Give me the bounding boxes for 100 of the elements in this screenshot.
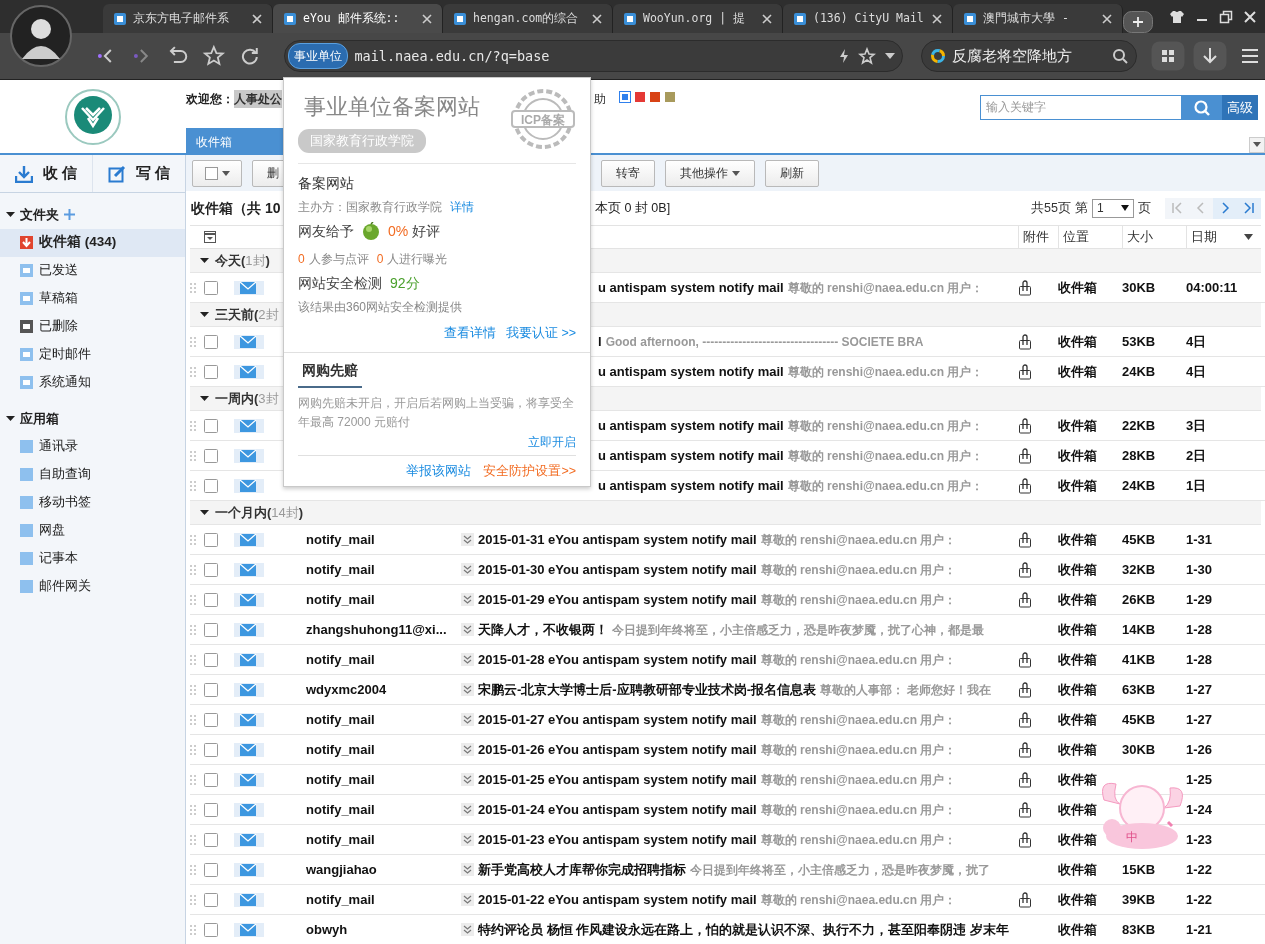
mail-preview: 尊敬的 renshi@naea.edu.cn 用户： xyxy=(760,651,957,669)
mail-preview: 尊敬的 renshi@naea.edu.cn 用户： xyxy=(760,561,957,579)
folder-label: 收件箱 xyxy=(1058,477,1097,493)
mail-date: 1-21 xyxy=(1186,921,1213,937)
folder-label: 收件箱 xyxy=(1058,447,1097,463)
sender-name: notify_mail xyxy=(306,831,375,847)
mail-preview: 尊敬的 renshi@naea.edu.cn 用户： xyxy=(760,591,957,609)
mail-preview: 尊敬的 renshi@naea.edu.cn 用户： xyxy=(787,417,984,435)
review-stat: 0 人进行曝光 xyxy=(376,250,448,268)
folder-label: 收件箱 xyxy=(1058,363,1097,379)
mail-size: 39KB xyxy=(1122,891,1156,907)
mail-date: 04:00:11 xyxy=(1186,279,1238,295)
search-text: 反腐老将空降地方 xyxy=(952,45,1074,66)
sender-name: zhangshuhong11@xi... xyxy=(306,621,447,637)
mail-preview: 尊敬的 renshi@naea.edu.cn 用户： xyxy=(787,279,984,297)
popup-title: 事业单位备案网站 xyxy=(304,93,480,121)
folder-label: 收件箱 xyxy=(1058,417,1097,433)
rating-suffix: 好评 xyxy=(412,222,441,239)
review-stat: 0 人参与点评 xyxy=(298,250,369,268)
folder-label: 收件箱 xyxy=(1058,531,1097,547)
sender-name: notify_mail xyxy=(306,531,375,547)
folder-label: 收件箱 xyxy=(1058,651,1097,667)
mail-preview: 尊敬的 renshi@naea.edu.cn 用户： xyxy=(760,771,957,789)
sender-name: notify_mail xyxy=(306,561,375,577)
sponsor-text: 主办方：国家教育行政学院 xyxy=(298,199,442,214)
folder-summary: 收件箱（共 10 xyxy=(191,199,281,216)
mail-size: 30KB xyxy=(1122,741,1156,757)
url-text: mail.naea.edu.cn/?q=base xyxy=(354,46,551,66)
folder-label: 收件箱 xyxy=(1058,711,1097,727)
mail-preview: 尊敬的 renshi@naea.edu.cn 用户： xyxy=(760,711,957,729)
mail-size: 32KB xyxy=(1122,561,1156,577)
mail-size: 30KB xyxy=(1122,279,1156,295)
mail-size: 41KB xyxy=(1122,651,1156,667)
mail-date: 1-22 xyxy=(1186,891,1213,907)
mail-preview: 尊敬的 renshi@naea.edu.cn 用户： xyxy=(787,447,984,465)
page-unit: 页 xyxy=(1138,199,1151,217)
mail-date: 1-26 xyxy=(1186,741,1213,757)
mail-preview: 尊敬的 renshi@naea.edu.cn 用户： xyxy=(760,531,957,549)
mail-size: 24KB xyxy=(1122,363,1156,379)
sender-name: notify_mail xyxy=(306,711,375,727)
folder-label: 收件箱 xyxy=(1058,621,1097,637)
icp-stamp: ICP备案 xyxy=(510,88,576,150)
page-count: 共55页 xyxy=(1031,199,1071,217)
folder-label: 收件箱 xyxy=(1058,861,1097,877)
mail-size: 15KB xyxy=(1122,861,1156,877)
mail-preview: 尊敬的人事部： 老师您好！我在 xyxy=(820,681,992,699)
guarantee-title: 网购先赔 xyxy=(298,360,362,389)
mail-size: 22KB xyxy=(1122,417,1156,433)
folder-label: 收件箱 xyxy=(1058,681,1097,697)
mail-preview: 今日提到年终将至，小主倍感乏力，恐是昨夜梦魇，扰了心神，都是最 xyxy=(612,621,984,639)
folder-label: 收件箱 xyxy=(1058,831,1097,847)
mail-date: 1-27 xyxy=(1186,681,1213,697)
folder-label: 收件箱 xyxy=(1058,921,1097,937)
sender-name: notify_mail xyxy=(306,801,375,817)
mail-date: 1-28 xyxy=(1186,651,1213,667)
mail-size: 45KB xyxy=(1122,531,1156,547)
mail-size: 24KB xyxy=(1122,477,1156,493)
section-title: 备案网站 xyxy=(298,173,355,193)
mail-preview: 尊敬的 renshi@naea.edu.cn 用户： xyxy=(760,891,957,909)
folder-label: 收件箱 xyxy=(1058,591,1097,607)
mail-date: 4日 xyxy=(1186,363,1207,379)
folder-label: 收件箱 xyxy=(1058,279,1097,295)
mail-date: 1-27 xyxy=(1186,711,1213,727)
mail-date: 1-24 xyxy=(1186,801,1213,817)
sender-name: notify_mail xyxy=(306,651,375,667)
mail-size: 83KB xyxy=(1122,921,1156,937)
mail-date: 3日 xyxy=(1186,417,1207,433)
folder-label: 收件箱 xyxy=(1058,333,1097,349)
page-label: 第 xyxy=(1075,199,1088,217)
folder-label: 收件箱 xyxy=(1058,801,1097,817)
sender-name: notify_mail xyxy=(306,741,375,757)
rating-value: 0% xyxy=(388,222,409,239)
mail-date: 1-29 xyxy=(1186,591,1213,607)
mail-date: 1-30 xyxy=(1186,561,1213,577)
sender-name: notify_mail xyxy=(306,891,375,907)
folder-label: 收件箱 xyxy=(1058,561,1097,577)
mail-size: 63KB xyxy=(1122,681,1156,697)
page-summary: 本页 0 封 0B] xyxy=(595,199,671,217)
safety-label: 网站安全检测 xyxy=(298,273,382,293)
mail-date: 1-25 xyxy=(1186,771,1213,787)
sender-name: notify_mail xyxy=(306,771,375,787)
mail-size: 45KB xyxy=(1122,711,1156,727)
sender-name: obwyh xyxy=(306,921,348,937)
welcome-label: 欢迎您： xyxy=(186,91,234,108)
folder-label: 收件箱 xyxy=(1058,891,1097,907)
mail-date: 1-23 xyxy=(1186,831,1213,847)
mail-size: 28KB xyxy=(1122,447,1156,463)
mail-preview: 尊敬的 renshi@naea.edu.cn 用户： xyxy=(760,801,957,819)
mail-size: 53KB xyxy=(1122,333,1156,349)
mail-date: 1日 xyxy=(1186,477,1207,493)
folder-label: 收件箱 xyxy=(1058,741,1097,757)
sender-name: wdyxmc2004 xyxy=(306,681,387,697)
safety-score: 92分 xyxy=(390,273,420,293)
folder-label: 收件箱 xyxy=(1058,771,1097,787)
mail-date: 1-28 xyxy=(1186,621,1213,637)
mail-size: 26KB xyxy=(1122,591,1156,607)
mail-preview: 尊敬的 renshi@naea.edu.cn 用户： xyxy=(760,741,957,759)
mail-date: 1-22 xyxy=(1186,861,1213,877)
mail-date: 2日 xyxy=(1186,447,1207,463)
sender-name: wangjiahao xyxy=(306,861,377,877)
